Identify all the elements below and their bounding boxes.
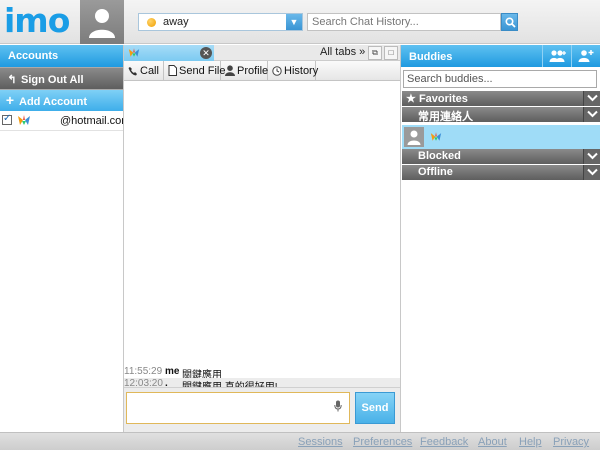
account-row[interactable]: @hotmail.com [0,111,123,131]
history-label: History [284,65,319,77]
plus-icon: + [5,92,15,108]
popout-icon[interactable]: ⧉ [368,46,382,60]
chevron-down-icon[interactable] [583,149,600,164]
account-checkbox[interactable] [2,113,12,126]
microphone-icon[interactable] [334,400,342,412]
msn-butterfly-icon [18,115,31,126]
call-label: Call [140,65,159,77]
chat-history-search-input[interactable] [307,13,501,31]
add-group-icon [549,50,566,62]
chat-tab[interactable]: ✕ [124,45,214,61]
send-file-button[interactable]: Send File [164,61,225,81]
accounts-sidebar: Accounts ↰ Sign Out All + Add Account @hot… [0,45,124,432]
call-button[interactable]: Call [124,61,164,81]
buddies-header: Buddies [401,45,600,67]
message-input[interactable] [126,392,350,424]
group-favorites[interactable]: ★ Favorites [402,91,600,106]
file-icon [168,65,177,76]
star-icon: ★ [406,93,416,105]
all-tabs-link[interactable]: All tabs » [320,46,365,58]
buddy-item[interactable] [402,125,600,150]
add-user-icon [578,50,594,62]
group-chat-button[interactable] [542,45,570,67]
message-row: 11:55:29 me 關鍵應用 [124,366,400,381]
close-tab-icon[interactable]: ✕ [200,47,212,59]
message-sender: me [165,366,180,377]
footer-link-about[interactable]: About [478,436,507,448]
group-common-contacts[interactable]: 常用連絡人 [402,107,600,123]
footer-link-preferences[interactable]: Preferences [353,436,412,448]
buddies-panel: Buddies ★ Favorites 常用連絡人 [401,45,600,432]
footer-link-sessions[interactable]: Sessions [298,436,343,448]
phone-icon [128,67,137,76]
buddy-search-input[interactable] [403,70,597,88]
status-value: away [163,16,189,28]
top-bar: imo away ▼ [0,0,600,44]
msn-butterfly-icon [430,132,442,141]
sign-out-arrow-icon: ↰ [7,74,17,86]
away-status-icon [147,18,156,27]
send-file-label: Send File [179,65,226,77]
chevron-down-icon[interactable] [583,165,600,180]
add-account-button[interactable]: + Add Account [0,89,123,111]
message-list: 11:55:29 me 關鍵應用 12:03:20 . 關鍵應用 真的很好用! [124,82,400,393]
chat-panel: ✕ All tabs » ⧉ □ Call Send File Profile … [124,45,401,432]
profile-icon [225,65,235,76]
buddies-title: Buddies [409,51,453,63]
sign-out-all-button[interactable]: ↰ Sign Out All [0,67,123,89]
buddy-avatar [404,127,424,147]
footer-link-privacy[interactable]: Privacy [553,436,589,448]
my-avatar[interactable] [80,0,124,44]
accounts-header: Accounts [0,45,123,67]
user-silhouette-icon [89,9,115,38]
footer: Sessions Preferences Feedback About Help… [0,432,600,450]
profile-label: Profile [237,65,269,77]
message-time: 11:55:29 [124,366,163,377]
msn-butterfly-icon [128,48,140,57]
footer-link-help[interactable]: Help [519,436,542,448]
sign-out-all-label: Sign Out All [21,74,84,86]
search-icon [505,17,516,28]
composer: Send [124,387,400,432]
chevron-down-icon[interactable] [583,107,600,122]
clock-icon [272,66,282,76]
user-silhouette-icon [407,130,421,145]
chevron-down-icon[interactable] [583,91,600,106]
chat-action-bar: Call Send File Profile History [124,61,400,81]
group-favorites-label: Favorites [418,93,468,105]
add-account-label: Add Account [19,96,88,108]
send-button[interactable]: Send [355,392,395,424]
search-button[interactable] [501,13,518,31]
maximize-icon[interactable]: □ [384,46,398,60]
chat-tab-bar: ✕ All tabs » ⧉ □ [124,45,400,61]
chevron-down-icon[interactable]: ▼ [286,14,302,30]
group-offline[interactable]: Offline [402,165,600,180]
status-select[interactable]: away ▼ [138,13,303,31]
footer-link-feedback[interactable]: Feedback [420,436,468,448]
group-blocked-label: Blocked [418,150,461,162]
imo-logo: imo [4,1,70,40]
group-common-label: 常用連絡人 [418,111,473,123]
add-buddy-button[interactable] [571,45,599,67]
profile-button[interactable]: Profile [221,61,268,81]
history-button[interactable]: History [268,61,319,81]
group-blocked[interactable]: Blocked [402,149,600,164]
group-offline-label: Offline [418,166,453,178]
account-address: @hotmail.com [60,115,123,127]
